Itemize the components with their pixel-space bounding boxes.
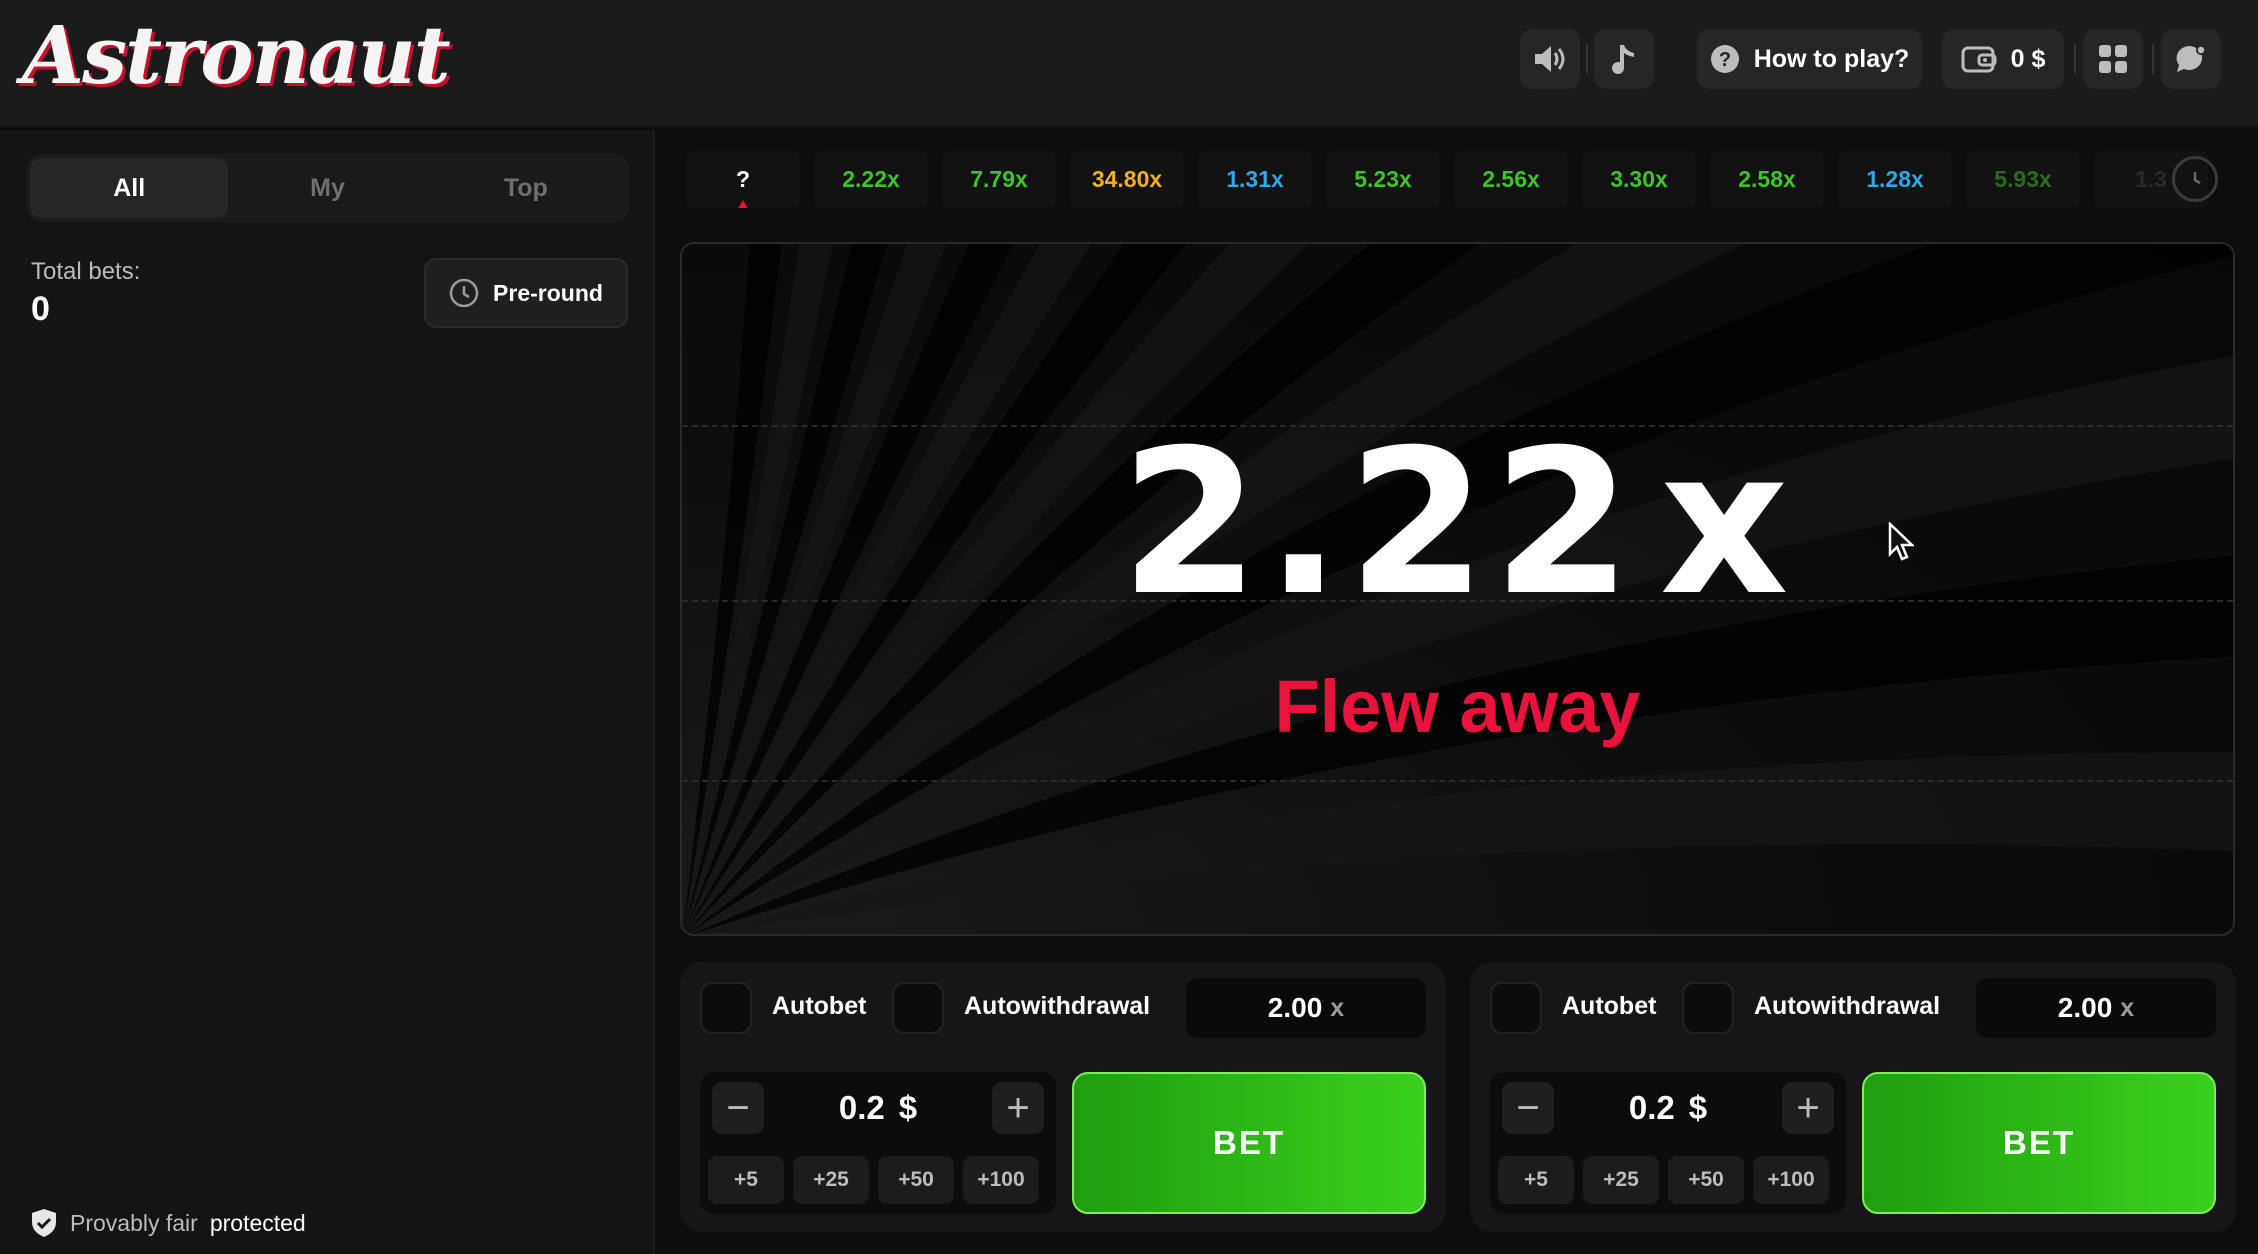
stake-amount: 0.2 bbox=[838, 1089, 885, 1126]
autobet-checkbox[interactable] bbox=[1490, 982, 1542, 1034]
increase-stake-button[interactable]: + bbox=[992, 1082, 1044, 1134]
stake-amount-input[interactable]: 0.2 $ bbox=[1560, 1082, 1776, 1134]
tab-top[interactable]: Top bbox=[427, 158, 625, 218]
auto-multiplier-suffix: x bbox=[2120, 993, 2135, 1022]
history-item[interactable]: 5.93x bbox=[1966, 150, 2080, 208]
bets-tabs: All My Top bbox=[26, 154, 629, 222]
minus-icon: − bbox=[726, 1086, 750, 1130]
speaker-icon bbox=[1535, 46, 1565, 72]
balance-button[interactable]: 0 $ bbox=[1942, 29, 2064, 89]
history-item[interactable]: 34.80x bbox=[1070, 150, 1184, 208]
autobet-label: Autobet bbox=[772, 992, 867, 1020]
grid-icon bbox=[2099, 45, 2127, 73]
bet-button[interactable]: BET bbox=[1072, 1072, 1426, 1214]
plus-icon: + bbox=[1796, 1086, 1820, 1130]
history-item[interactable]: 1.28x bbox=[1838, 150, 1952, 208]
logo: Astronaut bbox=[22, 8, 451, 102]
shield-check-icon bbox=[32, 1209, 56, 1237]
quick-add-5-button[interactable]: +5 bbox=[708, 1156, 784, 1204]
auto-multiplier-suffix: x bbox=[1330, 993, 1345, 1022]
multiplier-suffix: x bbox=[1659, 407, 1795, 640]
quick-add-25-button[interactable]: +25 bbox=[1583, 1156, 1659, 1204]
quick-add-100-button[interactable]: +100 bbox=[963, 1156, 1039, 1204]
separator bbox=[1586, 44, 1588, 74]
pre-round-button[interactable]: Pre-round bbox=[424, 258, 628, 328]
autowithdrawal-checkbox[interactable] bbox=[892, 982, 944, 1034]
svg-text:?: ? bbox=[1719, 49, 1731, 71]
history-item[interactable]: 1.31x bbox=[1198, 150, 1312, 208]
pre-round-label: Pre-round bbox=[493, 279, 603, 306]
music-note-icon bbox=[1612, 45, 1634, 75]
music-toggle-button[interactable] bbox=[1594, 29, 1654, 89]
balance-value: 0 $ bbox=[2010, 44, 2046, 73]
autowithdrawal-label: Autowithdrawal bbox=[964, 992, 1151, 1020]
decrease-stake-button[interactable]: − bbox=[712, 1082, 764, 1134]
stake-amount-input[interactable]: 0.2 $ bbox=[770, 1082, 986, 1134]
top-bar: Astronaut ? How to play? 0 $ bbox=[0, 0, 2258, 128]
history-current-round[interactable]: ? bbox=[686, 150, 800, 208]
minus-icon: − bbox=[1516, 1086, 1540, 1130]
sound-toggle-button[interactable] bbox=[1520, 29, 1580, 89]
autowithdrawal-checkbox[interactable] bbox=[1682, 982, 1734, 1034]
total-bets-value: 0 bbox=[31, 290, 50, 328]
history-item[interactable]: 2.22x bbox=[814, 150, 928, 208]
separator bbox=[2152, 44, 2154, 74]
quick-add-5-button[interactable]: +5 bbox=[1498, 1156, 1574, 1204]
provably-fair-status: protected bbox=[209, 1209, 306, 1236]
bet-panel-1: Autobet Autowithdrawal 2.00 x − 0.2 $ + +… bbox=[680, 962, 1446, 1232]
multiplier-value: 2.22 bbox=[1120, 407, 1638, 640]
bet-panel-2: Autobet Autowithdrawal 2.00 x − 0.2 $ + +… bbox=[1470, 962, 2236, 1232]
tab-all[interactable]: All bbox=[30, 158, 229, 218]
stake-currency: $ bbox=[898, 1089, 918, 1126]
game-canvas: 2.22 x Flew away bbox=[680, 242, 2235, 936]
stake-amount: 0.2 bbox=[1628, 1089, 1675, 1126]
chat-icon bbox=[2176, 45, 2206, 72]
round-status: Flew away bbox=[1274, 665, 1641, 748]
auto-multiplier-value: 2.00 bbox=[2057, 992, 2113, 1023]
quick-add-100-button[interactable]: +100 bbox=[1753, 1156, 1829, 1204]
provably-fair-badge[interactable]: Provably fair protected bbox=[30, 1208, 306, 1238]
plus-icon: + bbox=[1006, 1086, 1030, 1130]
menu-grid-button[interactable] bbox=[2083, 29, 2143, 89]
bet-button[interactable]: BET bbox=[1862, 1072, 2216, 1214]
history-button[interactable] bbox=[2172, 156, 2218, 202]
how-to-play-label: How to play? bbox=[1753, 44, 1910, 73]
autowithdrawal-multiplier-input[interactable]: 2.00 x bbox=[1186, 978, 1426, 1038]
multiplier-history: ? 2.22x 7.79x 34.80x 1.31x 5.23x 2.56x 3.30x 2.5… bbox=[686, 150, 2216, 208]
provably-fair-label: Provably fair bbox=[70, 1209, 198, 1236]
autowithdrawal-multiplier-input[interactable]: 2.00 x bbox=[1976, 978, 2216, 1038]
decrease-stake-button[interactable]: − bbox=[1502, 1082, 1554, 1134]
stake-input-group: − 0.2 $ + +5 +25 +50 +100 bbox=[700, 1072, 1056, 1214]
autobet-checkbox[interactable] bbox=[700, 982, 752, 1034]
quick-add-50-button[interactable]: +50 bbox=[1668, 1156, 1744, 1204]
quick-add-50-button[interactable]: +50 bbox=[878, 1156, 954, 1204]
grid-line bbox=[682, 780, 2233, 782]
history-item[interactable]: 7.79x bbox=[942, 150, 1056, 208]
history-item[interactable]: 2.56x bbox=[1454, 150, 1568, 208]
increase-stake-button[interactable]: + bbox=[1782, 1082, 1834, 1134]
wallet-icon bbox=[1961, 46, 1997, 73]
current-multiplier: 2.22 x bbox=[682, 424, 2233, 624]
auto-multiplier-value: 2.00 bbox=[1267, 992, 1323, 1023]
stake-input-group: − 0.2 $ + +5 +25 +50 +100 bbox=[1490, 1072, 1846, 1214]
history-item[interactable]: 2.58x bbox=[1710, 150, 1824, 208]
total-bets-label: Total bets: bbox=[31, 258, 141, 285]
history-item[interactable]: 3.30x bbox=[1582, 150, 1696, 208]
separator bbox=[2074, 44, 2076, 74]
mouse-cursor-icon bbox=[1888, 522, 1914, 561]
how-to-play-button[interactable]: ? How to play? bbox=[1697, 29, 1922, 89]
chat-button[interactable] bbox=[2161, 29, 2221, 89]
autobet-label: Autobet bbox=[1562, 992, 1657, 1020]
clock-icon bbox=[2193, 172, 2201, 185]
stake-currency: $ bbox=[1688, 1089, 1708, 1126]
clock-icon bbox=[449, 278, 479, 308]
bets-sidebar: All My Top Total bets: 0 Pre-round Prova… bbox=[0, 130, 655, 1254]
history-item[interactable]: 5.23x bbox=[1326, 150, 1440, 208]
question-icon: ? bbox=[1710, 45, 1739, 73]
autowithdrawal-label: Autowithdrawal bbox=[1754, 992, 1941, 1020]
quick-add-25-button[interactable]: +25 bbox=[793, 1156, 869, 1204]
tab-my[interactable]: My bbox=[228, 158, 426, 218]
